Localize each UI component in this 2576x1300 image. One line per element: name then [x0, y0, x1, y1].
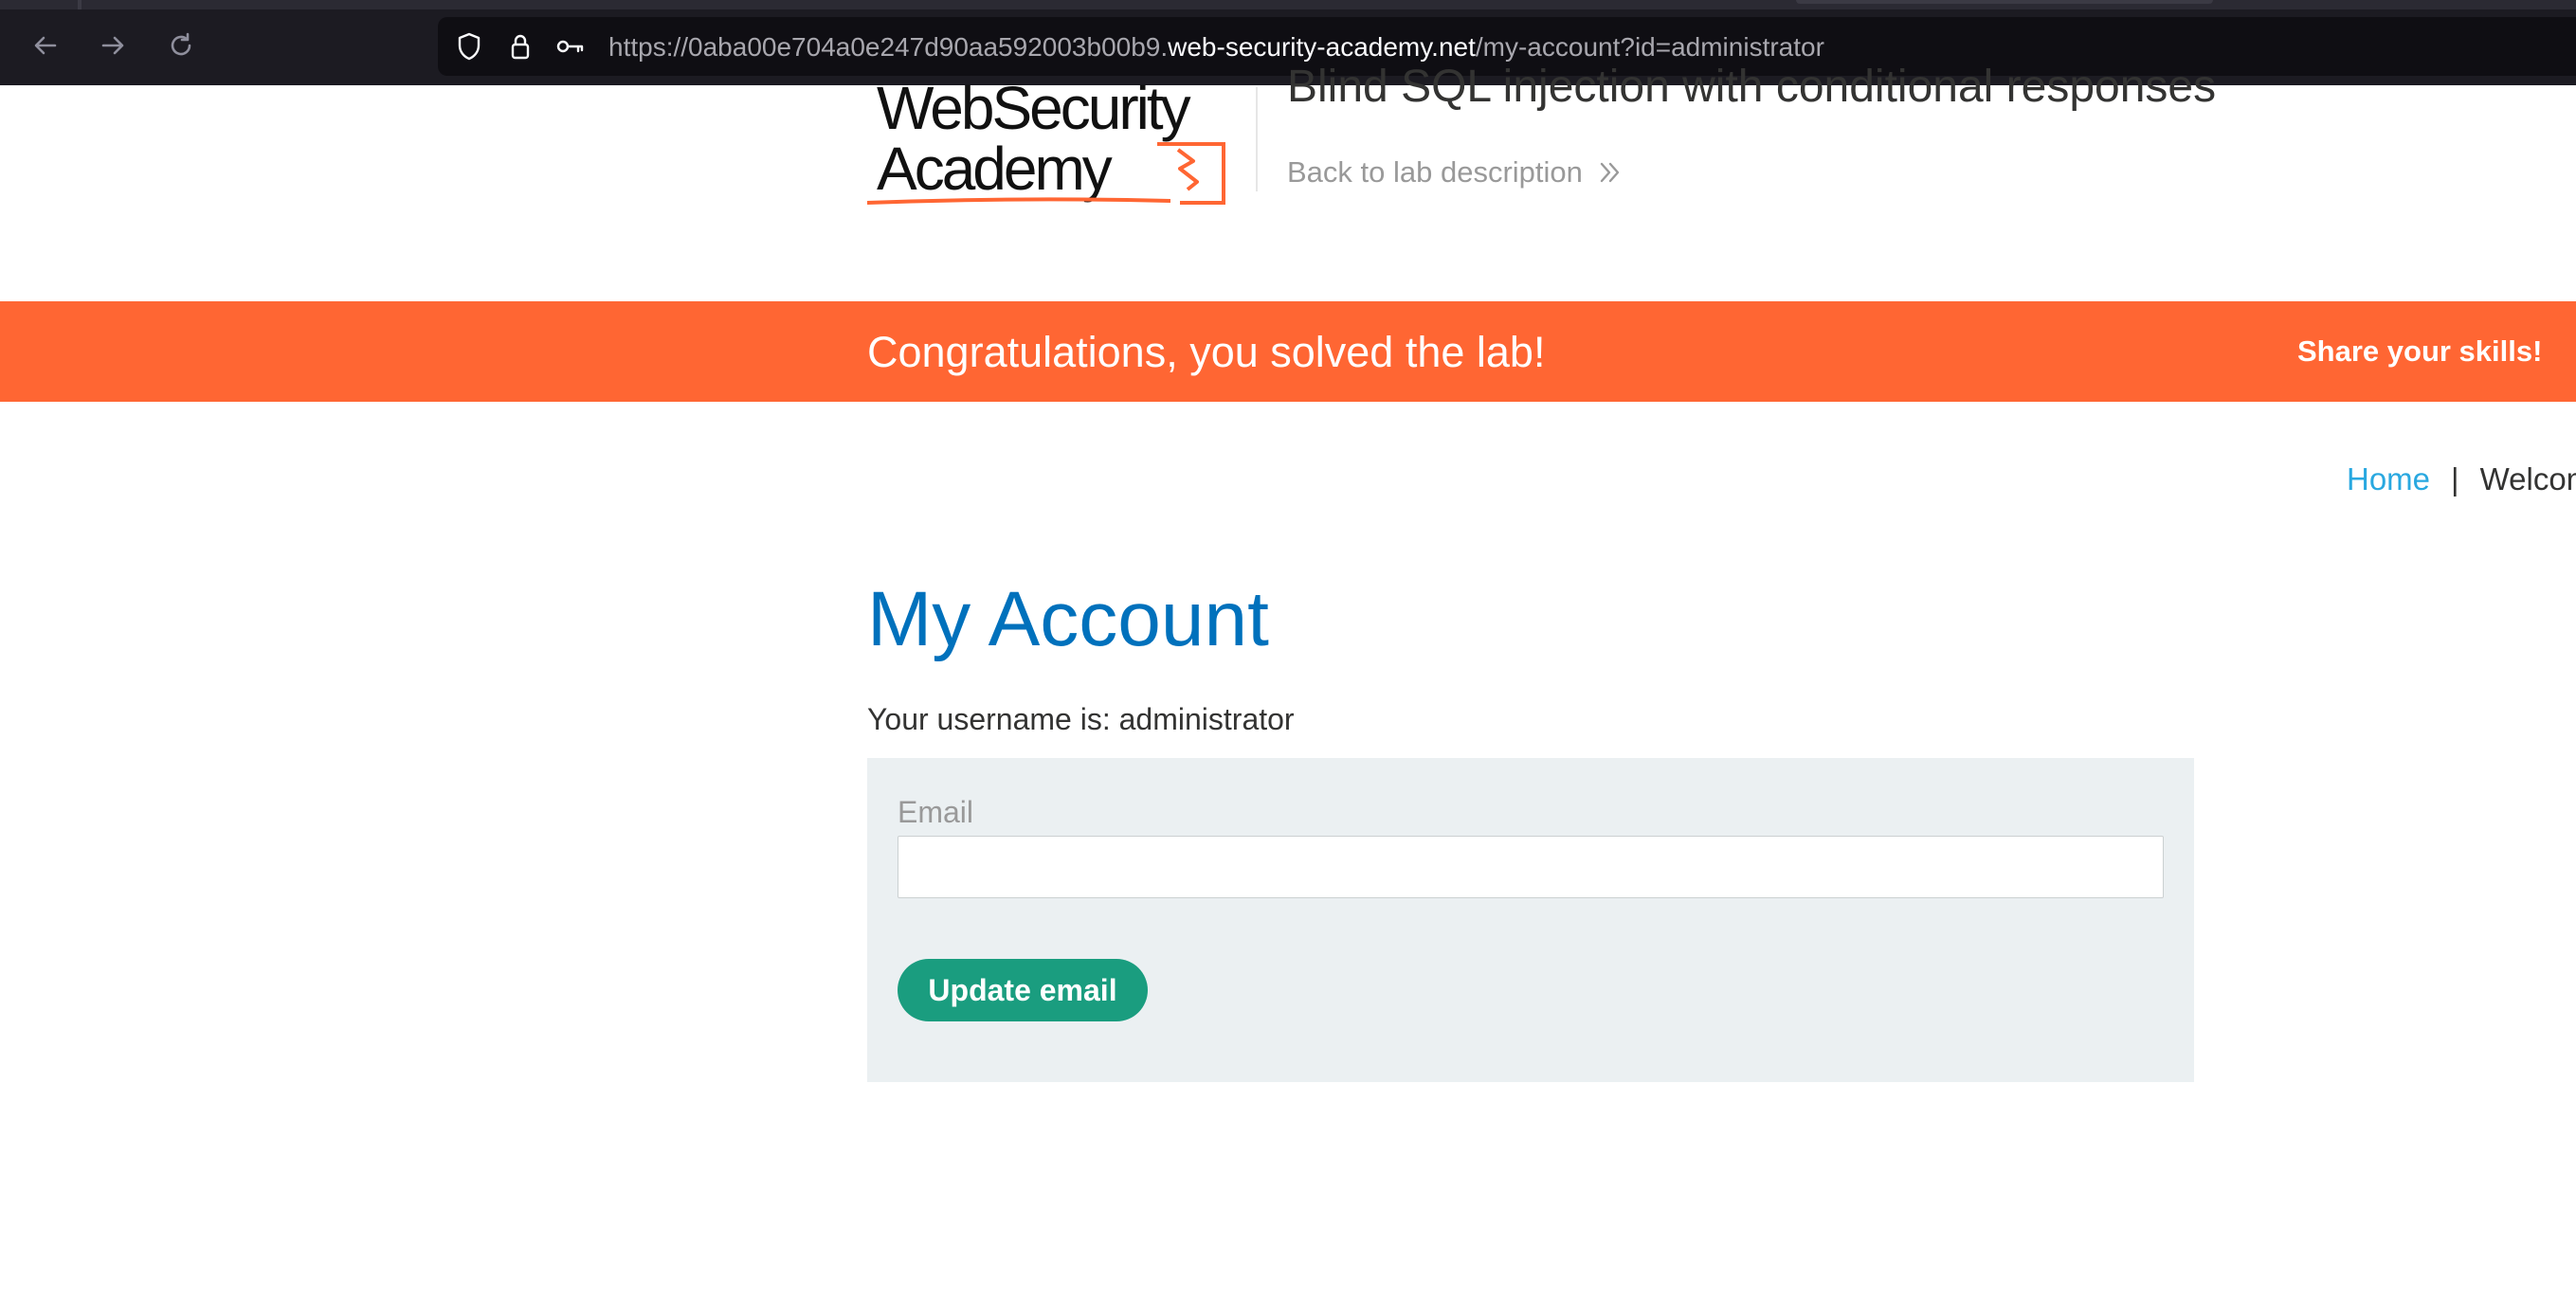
- back-link-label: Back to lab description: [1287, 155, 1583, 189]
- url-path: /my-account?id=administrator: [1475, 32, 1824, 62]
- reload-icon: [171, 32, 191, 56]
- forward-button[interactable]: [92, 25, 134, 66]
- header-divider: [1256, 87, 1258, 191]
- nav-separator: |: [2451, 461, 2459, 497]
- tab-strip: [0, 0, 2576, 9]
- shield-icon[interactable]: [453, 30, 485, 63]
- top-navigation: Home | Welcom: [2347, 460, 2576, 498]
- username-display: Your username is: administrator: [867, 702, 1295, 736]
- forward-arrow-icon: [101, 36, 124, 55]
- web-security-academy-logo[interactable]: WebSecurity Academy: [867, 74, 1256, 208]
- email-input[interactable]: [898, 836, 2164, 898]
- logo-text-line2: Academy: [877, 135, 1113, 203]
- reload-button[interactable]: [160, 25, 202, 66]
- double-chevron-right-icon: [1600, 162, 1620, 183]
- url-text[interactable]: https://0aba00e704a0e247d90aa592003b00b9…: [608, 32, 1824, 63]
- page-title: My Account: [867, 576, 1269, 662]
- url-domain: web-security-academy.net: [1168, 32, 1476, 62]
- back-button[interactable]: [25, 25, 66, 66]
- back-arrow-icon: [34, 36, 57, 55]
- welcome-text: Welcom: [2479, 461, 2576, 497]
- lock-icon[interactable]: [504, 30, 536, 63]
- logo-text-line1: WebSecurity: [877, 74, 1191, 142]
- email-label: Email: [898, 795, 974, 829]
- logo-underline-icon: [867, 197, 1170, 205]
- congratulations-message: Congratulations, you solved the lab!: [867, 328, 1546, 376]
- lab-title: Blind SQL injection with conditional res…: [1287, 62, 2217, 112]
- update-email-form: Email Update email: [867, 758, 2194, 1082]
- key-icon[interactable]: [553, 30, 586, 63]
- home-link[interactable]: Home: [2347, 461, 2430, 497]
- share-skills-button[interactable]: Share your skills!: [2297, 334, 2542, 370]
- back-to-lab-link[interactable]: Back to lab description: [1287, 155, 1624, 190]
- update-email-button[interactable]: Update email: [898, 959, 1148, 1021]
- url-prefix: https://0aba00e704a0e247d90aa592003b00b9…: [608, 32, 1169, 62]
- tab-divider: [78, 0, 82, 9]
- active-tab-edge: [1796, 0, 2213, 4]
- lab-solved-banner: Congratulations, you solved the lab! Sha…: [0, 301, 2576, 402]
